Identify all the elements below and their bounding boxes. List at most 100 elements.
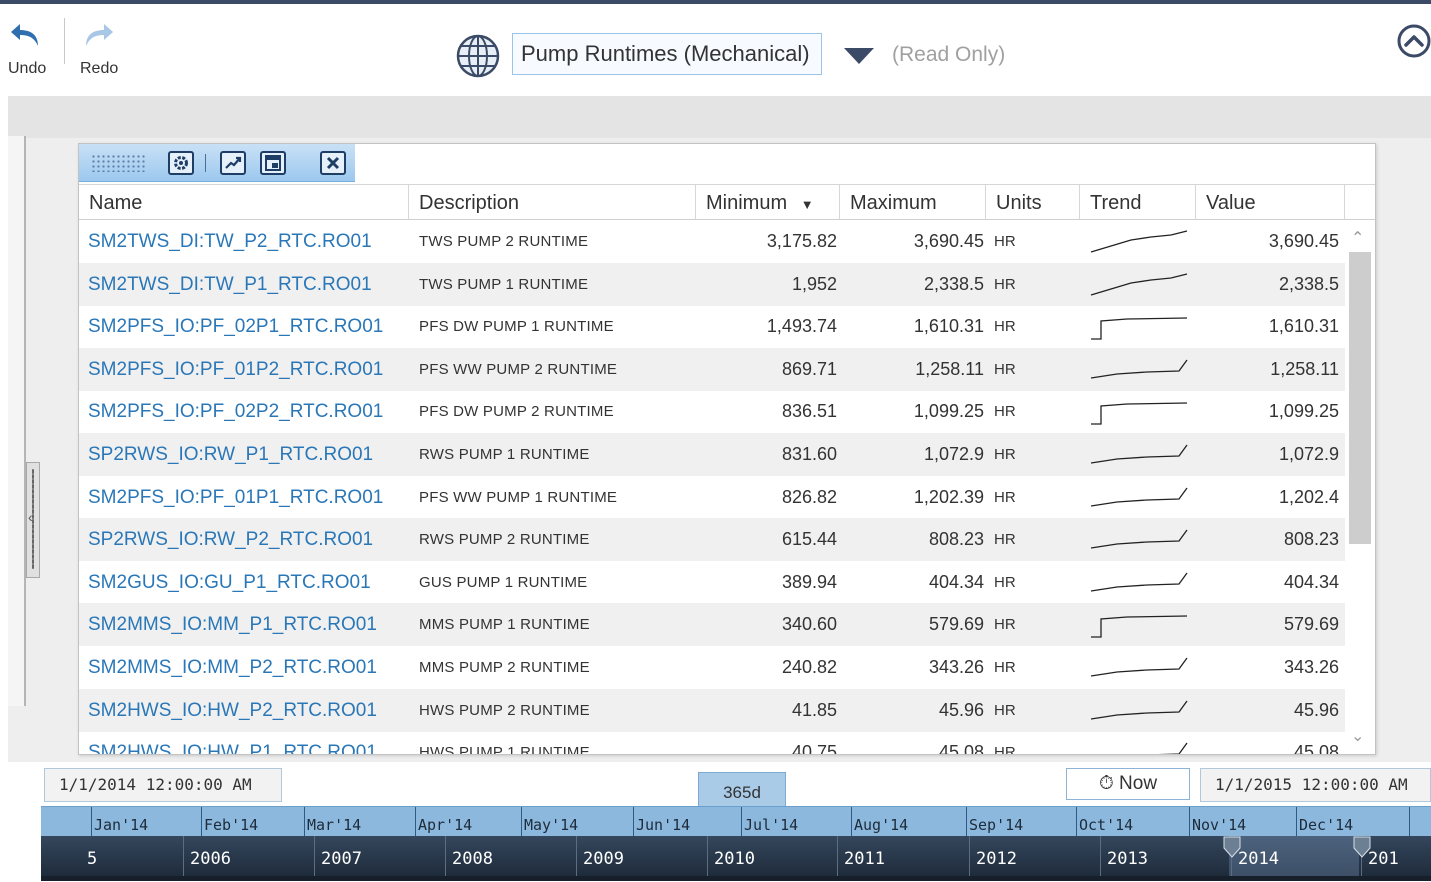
panel-resize-handle[interactable]: ‹: [26, 462, 40, 578]
trend-sparkline[interactable]: [1087, 611, 1193, 639]
popout-window-button[interactable]: [259, 150, 287, 176]
vertical-scrollbar[interactable]: ⌃ ⌄: [1345, 220, 1375, 754]
table-row[interactable]: SP2RWS_IO:RW_P2_RTC.RO01 RWS PUMP 2 RUNTI…: [79, 518, 1345, 562]
scrollbar-thumb[interactable]: [1349, 252, 1371, 544]
tag-name-link[interactable]: SM2TWS_DI:TW_P1_RTC.RO01: [88, 263, 372, 306]
tag-name-link[interactable]: SM2PFS_IO:PF_01P2_RTC.RO01: [88, 348, 383, 391]
column-header-trend[interactable]: Trend: [1080, 185, 1196, 220]
units-cell: HR: [994, 233, 1016, 250]
table-row[interactable]: SM2PFS_IO:PF_01P1_RTC.RO01 PFS WW PUMP 1 …: [79, 476, 1345, 519]
trend-sparkline[interactable]: [1087, 313, 1193, 341]
table-row[interactable]: SP2RWS_IO:RW_P1_RTC.RO01 RWS PUMP 1 RUNTI…: [79, 433, 1345, 476]
trend-sparkline[interactable]: [1087, 569, 1193, 597]
month-tick: Feb'14: [201, 807, 258, 837]
left-side-panel: [8, 136, 26, 706]
time-span-tab[interactable]: 365d: [698, 772, 786, 808]
maximum-cell: 1,258.11: [915, 358, 984, 379]
stopwatch-icon: ⏱: [1098, 773, 1114, 794]
redo-button[interactable]: Redo: [80, 18, 140, 78]
tag-name-link[interactable]: SM2MMS_IO:MM_P2_RTC.RO01: [88, 646, 377, 689]
tag-name-link[interactable]: SM2PFS_IO:PF_01P1_RTC.RO01: [88, 476, 383, 519]
column-header-description-label: Description: [419, 192, 520, 214]
column-header-description[interactable]: Description: [409, 185, 696, 220]
edit-chart-icon: [220, 151, 246, 175]
maximum-cell: 2,338.5: [923, 273, 984, 294]
table-row[interactable]: SM2PFS_IO:PF_01P2_RTC.RO01 PFS WW PUMP 2 …: [79, 347, 1345, 391]
start-time-field[interactable]: 1/1/2014 12:00:00 AM: [44, 768, 282, 802]
minimum-cell: 3,175.82: [766, 231, 837, 251]
table-row[interactable]: SM2MMS_IO:MM_P1_RTC.RO01 MMS PUMP 1 RUNTI…: [79, 603, 1345, 647]
trend-sparkline[interactable]: [1087, 228, 1193, 256]
tag-name-link[interactable]: SM2HWS_IO:HW_P2_RTC.RO01: [88, 689, 377, 732]
trend-sparkline[interactable]: [1087, 271, 1193, 299]
close-widget-button[interactable]: [319, 150, 347, 176]
tag-name-link[interactable]: SM2PFS_IO:PF_02P2_RTC.RO01: [88, 390, 383, 433]
end-time-field[interactable]: 1/1/2015 12:00:00 AM: [1200, 768, 1431, 802]
settings-button[interactable]: [167, 150, 195, 176]
table-row[interactable]: SM2HWS_IO:HW_P2_RTC.RO01 HWS PUMP 2 RUNTI…: [79, 688, 1345, 732]
scroll-down-icon[interactable]: ⌄: [1351, 726, 1364, 746]
units-cell: HR: [994, 744, 1016, 755]
trend-sparkline[interactable]: [1087, 484, 1193, 512]
time-bar: 1/1/2014 12:00:00 AM 365d ⏱ Now 1/1/2015…: [8, 762, 1431, 881]
trend-sparkline[interactable]: [1087, 441, 1193, 469]
month-tick: Jun'14: [633, 807, 690, 837]
month-axis[interactable]: Jan'14 Feb'14 Mar'14 Apr'14 May'14 Jun'14 Jul'…: [41, 806, 1431, 837]
column-header-trend-label: Trend: [1090, 192, 1142, 214]
units-cell: HR: [994, 360, 1016, 378]
trend-sparkline[interactable]: [1087, 356, 1193, 384]
range-end-handle[interactable]: [1353, 836, 1371, 858]
table-row[interactable]: SM2GUS_IO:GU_P1_RTC.RO01 GUS PUMP 1 RUNTI…: [79, 561, 1345, 604]
table-row[interactable]: SM2HWS_IO:HW_P1_RTC.RO01 HWS PUMP 1 RUNTI…: [79, 731, 1345, 755]
table-row[interactable]: SM2TWS_DI:TW_P1_RTC.RO01 TWS PUMP 1 RUNTI…: [79, 262, 1345, 306]
scroll-up-icon[interactable]: ⌃: [1351, 228, 1364, 248]
maximum-cell: 45.08: [938, 742, 984, 755]
year-axis[interactable]: 5 2006 2007 2008 2009 2010 2011 2012 2013 2014 201: [41, 836, 1431, 876]
chevron-up-circle-icon[interactable]: [1397, 24, 1431, 63]
drag-grip-icon[interactable]: [89, 150, 147, 176]
description-cell: TWS PUMP 2 RUNTIME: [419, 233, 589, 250]
table-row[interactable]: SM2MMS_IO:MM_P2_RTC.RO01 MMS PUMP 2 RUNTI…: [79, 646, 1345, 689]
units-cell: HR: [994, 403, 1016, 421]
globe-icon[interactable]: [455, 34, 501, 83]
month-tick: Sep'14: [966, 807, 1023, 837]
month-tick: Apr'14: [415, 807, 472, 837]
units-cell: HR: [994, 275, 1016, 293]
value-cell: 1,610.31: [1268, 316, 1339, 337]
trend-sparkline[interactable]: [1087, 654, 1193, 682]
now-button[interactable]: ⏱ Now: [1066, 768, 1190, 800]
table-row[interactable]: SM2PFS_IO:PF_02P2_RTC.RO01 PFS DW PUMP 2 …: [79, 390, 1345, 433]
column-header-maximum[interactable]: Maximum: [840, 185, 986, 220]
column-header-value[interactable]: Value: [1196, 185, 1345, 220]
trend-sparkline[interactable]: [1087, 398, 1193, 426]
tag-name-link[interactable]: SM2PFS_IO:PF_02P1_RTC.RO01: [88, 305, 383, 348]
month-tick: Oct'14: [1076, 807, 1133, 837]
minimum-cell: 1,493.74: [766, 316, 837, 337]
view-name-field[interactable]: Pump Runtimes (Mechanical): [512, 33, 822, 75]
minimum-cell: 615.44: [781, 529, 837, 550]
tag-name-link[interactable]: SM2HWS_IO:HW_P1_RTC.RO01: [88, 731, 377, 754]
toolbar-divider: [64, 18, 65, 64]
column-header-name[interactable]: Name: [79, 185, 409, 220]
month-tick: Jul'14: [741, 807, 798, 837]
trend-sparkline[interactable]: [1087, 739, 1193, 754]
table-row[interactable]: SM2TWS_DI:TW_P2_RTC.RO01 TWS PUMP 2 RUNTI…: [79, 220, 1345, 263]
tag-name-link[interactable]: SM2TWS_DI:TW_P2_RTC.RO01: [88, 220, 372, 263]
tag-name-link[interactable]: SP2RWS_IO:RW_P1_RTC.RO01: [88, 433, 373, 476]
month-tick: Nov'14: [1189, 807, 1246, 837]
range-start-handle[interactable]: [1223, 836, 1241, 858]
tag-name-link[interactable]: SM2GUS_IO:GU_P1_RTC.RO01: [88, 561, 371, 604]
tag-name-link[interactable]: SP2RWS_IO:RW_P2_RTC.RO01: [88, 518, 373, 561]
trend-sparkline[interactable]: [1087, 697, 1193, 725]
maximum-cell: 808.23: [928, 529, 984, 550]
units-cell: HR: [994, 488, 1016, 506]
value-cell: 579.69: [1283, 614, 1339, 635]
column-header-minimum[interactable]: Minimum ▼: [696, 185, 840, 220]
undo-button[interactable]: Undo: [8, 18, 68, 78]
chevron-down-icon[interactable]: [842, 46, 876, 71]
table-row[interactable]: SM2PFS_IO:PF_02P1_RTC.RO01 PFS DW PUMP 1 …: [79, 305, 1345, 348]
edit-chart-button[interactable]: [219, 150, 247, 176]
column-header-units[interactable]: Units: [986, 185, 1080, 220]
trend-sparkline[interactable]: [1087, 526, 1193, 554]
tag-name-link[interactable]: SM2MMS_IO:MM_P1_RTC.RO01: [88, 603, 377, 646]
